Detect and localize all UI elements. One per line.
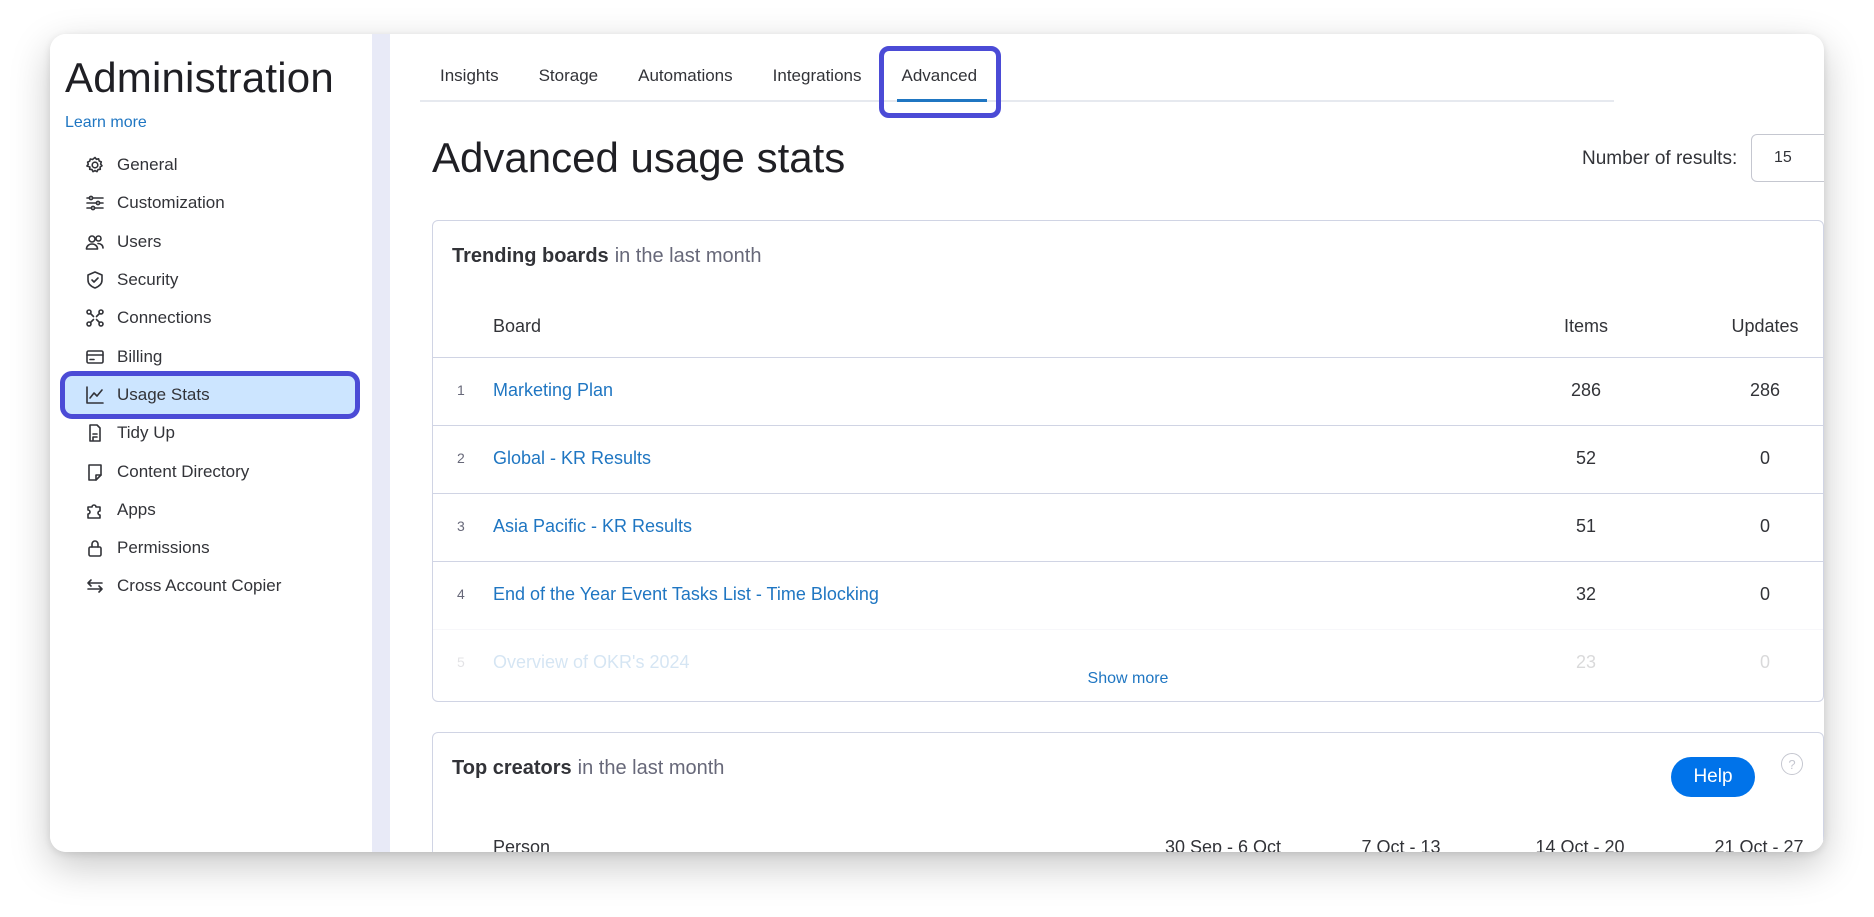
show-more-link[interactable]: Show more	[433, 670, 1823, 688]
sidebar-item-apps[interactable]: Apps	[65, 491, 355, 529]
sidebar-item-label: Customization	[117, 193, 225, 213]
board-link[interactable]: Global - KR Results	[493, 448, 651, 469]
row-updates: 0	[1759, 448, 1770, 468]
sidebar-item-label: Content Directory	[117, 461, 250, 481]
column-header-week-2: 7 Oct - 13	[1361, 837, 1441, 852]
trending-boards-header: Trending boards in the last month	[452, 245, 761, 268]
sidebar-item-label: Connections	[117, 308, 212, 328]
tab-advanced[interactable]: Advanced	[879, 46, 1001, 118]
sidebar-item-cross-account-copier[interactable]: Cross Account Copier	[65, 567, 355, 605]
trending-boards-title: Trending boards	[452, 245, 609, 267]
table-row: 1 Marketing Plan 286 286	[433, 357, 1823, 425]
top-creators-header: Top creators in the last month	[452, 757, 724, 780]
column-header-week-3: 14 Oct - 20	[1535, 837, 1625, 852]
swap-icon	[85, 576, 105, 596]
row-items: 51	[1575, 516, 1597, 536]
sidebar-item-label: Cross Account Copier	[117, 576, 282, 596]
sidebar-divider	[372, 34, 390, 852]
users-icon	[85, 232, 105, 252]
column-header-person: Person	[493, 837, 551, 852]
trending-boards-subtitle: in the last month	[614, 245, 762, 267]
board-link[interactable]: End of the Year Event Tasks List - Time …	[493, 584, 879, 605]
lock-icon	[85, 538, 105, 558]
tabs-bar: Insights Storage Automations Integration…	[420, 46, 1614, 118]
help-button[interactable]: Help	[1671, 757, 1755, 797]
results-label: Number of results:	[1582, 148, 1738, 169]
row-updates: 286	[1749, 380, 1781, 400]
sidebar-item-label: Security	[117, 270, 179, 290]
row-rank: 3	[457, 518, 465, 534]
column-header-week-1: 30 Sep - 6 Oct	[1164, 837, 1282, 852]
row-updates: 0	[1759, 516, 1770, 536]
row-updates: 0	[1759, 584, 1770, 604]
sidebar-item-tidy-up[interactable]: Tidy Up	[65, 414, 355, 452]
sidebar-item-label: Tidy Up	[117, 423, 175, 443]
sidebar-item-security[interactable]: Security	[65, 261, 355, 299]
table-row: 2 Global - KR Results 52 0	[433, 425, 1823, 493]
top-creators-subtitle: in the last month	[577, 757, 725, 779]
question-icon[interactable]: ?	[1781, 753, 1803, 775]
gear-icon	[85, 155, 105, 175]
sidebar-nav: General Customization Users Security Con…	[60, 146, 360, 606]
sidebar-item-usage-stats[interactable]: Usage Stats	[60, 370, 360, 420]
chart-line-icon	[85, 385, 105, 405]
sidebar-item-permissions[interactable]: Permissions	[65, 529, 355, 567]
sidebar-item-label: General	[117, 155, 178, 175]
column-header-items: Items	[1563, 316, 1608, 336]
main-content: Insights Storage Automations Integration…	[390, 34, 1824, 852]
results-count-select[interactable]: 15	[1751, 134, 1824, 182]
sidebar-item-label: Billing	[117, 346, 163, 366]
broom-icon	[85, 423, 105, 443]
row-rank: 1	[457, 382, 465, 398]
top-creators-title: Top creators	[452, 757, 572, 779]
learn-more-link[interactable]: Learn more	[65, 114, 147, 132]
sliders-icon	[85, 193, 105, 213]
sidebar-item-content-directory[interactable]: Content Directory	[65, 452, 355, 490]
puzzle-icon	[85, 500, 105, 520]
sidebar-item-label: Usage Stats	[117, 384, 210, 404]
admin-window: Administration Learn more General Custom…	[50, 34, 1824, 852]
credit-card-icon	[85, 347, 105, 367]
row-rank: 2	[457, 450, 465, 466]
tab-insights[interactable]: Insights	[420, 60, 519, 100]
sidebar-item-label: Permissions	[117, 538, 210, 558]
row-items: 52	[1575, 448, 1597, 468]
row-rank: 5	[457, 654, 465, 670]
tab-integrations[interactable]: Integrations	[753, 60, 882, 100]
sidebar-item-general[interactable]: General	[65, 146, 355, 184]
board-link[interactable]: Marketing Plan	[493, 380, 613, 401]
row-rank: 4	[457, 586, 465, 602]
row-items: 32	[1575, 584, 1597, 604]
document-icon	[85, 462, 105, 482]
table-row: 3 Asia Pacific - KR Results 51 0	[433, 493, 1823, 561]
row-items: 286	[1570, 380, 1602, 400]
sidebar-item-customization[interactable]: Customization	[65, 184, 355, 222]
results-count-value: 15	[1774, 149, 1792, 166]
tab-storage[interactable]: Storage	[519, 60, 619, 100]
trending-boards-card: Trending boards in the last month Board I…	[432, 220, 1824, 702]
sidebar-title: Administration	[65, 54, 334, 101]
sidebar: Administration Learn more General Custom…	[50, 34, 372, 852]
top-creators-card: Top creators in the last month ? Person 3…	[432, 732, 1824, 852]
sidebar-item-connections[interactable]: Connections	[65, 299, 355, 337]
shield-icon	[85, 270, 105, 290]
column-header-updates: Updates	[1731, 316, 1799, 336]
sidebar-item-label: Apps	[117, 499, 156, 519]
sidebar-item-label: Users	[117, 231, 162, 251]
column-header-week-4: 21 Oct - 27	[1714, 837, 1804, 852]
board-link[interactable]: Asia Pacific - KR Results	[493, 516, 692, 537]
tab-automations[interactable]: Automations	[618, 60, 753, 100]
table-row: 4 End of the Year Event Tasks List - Tim…	[433, 561, 1823, 629]
column-header-board: Board	[493, 316, 542, 336]
connections-icon	[85, 308, 105, 328]
page-title: Advanced usage stats	[432, 134, 846, 181]
sidebar-item-users[interactable]: Users	[65, 223, 355, 261]
